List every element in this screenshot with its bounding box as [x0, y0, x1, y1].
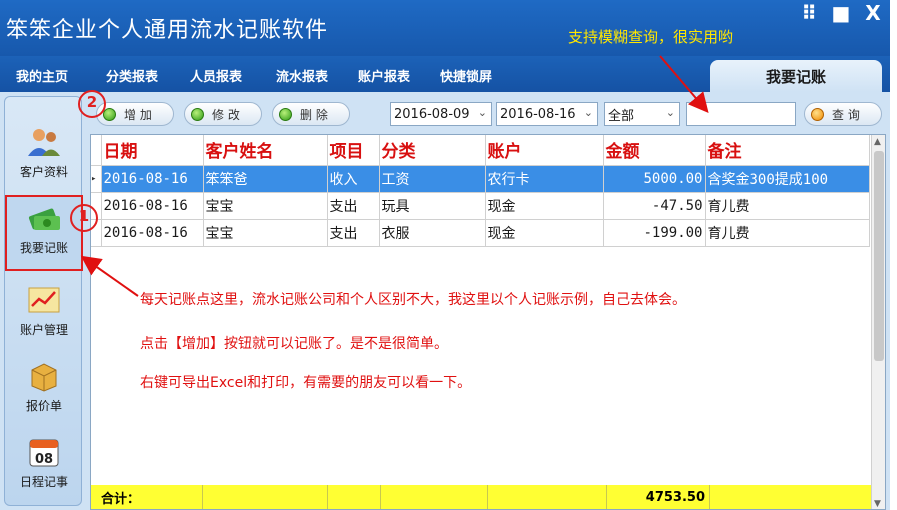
menu-category-report[interactable]: 分类报表 — [106, 66, 158, 85]
chart-icon — [24, 283, 64, 317]
sidebar-item-bookkeeping[interactable]: 我要记账 — [5, 195, 83, 271]
calendar-icon: 08 — [24, 435, 64, 469]
search-button[interactable]: 查 询 — [804, 102, 882, 126]
menu-person-report[interactable]: 人员报表 — [190, 66, 242, 85]
edit-button[interactable]: 修 改 — [184, 102, 262, 126]
sidebar-label: 客户资料 — [19, 165, 68, 179]
toolbar: 增 加 修 改 删 除 2016-08-09 ⌄ 2016-08-16 ⌄ 全部… — [90, 96, 886, 126]
step-2-marker: 2 — [78, 90, 106, 118]
col-note[interactable]: 备注 — [705, 135, 870, 166]
vertical-scrollbar[interactable]: ▲ ▼ — [871, 135, 885, 509]
col-item[interactable]: 项目 — [327, 135, 380, 166]
menu-home[interactable]: 我的主页 — [16, 66, 68, 85]
chevron-down-icon: ⌄ — [583, 106, 593, 119]
date-from-select[interactable]: 2016-08-09 ⌄ — [390, 102, 492, 126]
col-amount[interactable]: 金额 — [603, 135, 706, 166]
table-header: 日期 客户姓名 项目 分类 账户 金额 备注 — [91, 135, 870, 166]
menu-flow-report[interactable]: 流水报表 — [276, 66, 328, 85]
total-label: 合计： — [91, 485, 203, 509]
col-account[interactable]: 账户 — [485, 135, 604, 166]
menu-account-report[interactable]: 账户报表 — [358, 66, 410, 85]
tab-bookkeeping[interactable]: 我要记账 — [710, 60, 882, 92]
chevron-down-icon: ⌄ — [665, 106, 675, 119]
green-dot-icon — [103, 107, 116, 121]
calendar-badge: 08 — [35, 452, 53, 467]
col-category[interactable]: 分类 — [379, 135, 486, 166]
green-dot-icon — [279, 107, 292, 121]
sidebar-label: 账户管理 — [19, 323, 68, 337]
close-icon[interactable]: X — [860, 1, 886, 25]
green-dot-icon — [191, 107, 204, 121]
table-row[interactable]: ▸ 2016-08-16 笨笨爸 收入 工资 农行卡 5000.00 含奖金30… — [91, 165, 870, 193]
table-row[interactable]: 2016-08-16 宝宝 支出 衣服 现金 -199.00 育儿费 — [91, 219, 870, 247]
total-amount: 4753.50 — [607, 485, 710, 509]
date-to-select[interactable]: 2016-08-16 ⌄ — [496, 102, 598, 126]
delete-button[interactable]: 删 除 — [272, 102, 350, 126]
sidebar-item-accounts[interactable]: 账户管理 — [5, 279, 83, 355]
sidebar-label: 报价单 — [25, 399, 62, 413]
scroll-down-icon[interactable]: ▼ — [874, 499, 881, 509]
col-customer[interactable]: 客户姓名 — [203, 135, 328, 166]
title-bar: 笨笨企业个人通用流水记账软件 支持模糊查询，很实用哟 ⠿ ■ X — [0, 0, 890, 56]
row-pointer-icon: ▸ — [91, 165, 102, 193]
annotation-line-2: 点击【增加】按钮就可以记账了。是不是很简单。 — [140, 336, 448, 352]
transactions-grid: 日期 客户姓名 项目 分类 账户 金额 备注 ▸ 2016-08-16 笨笨爸 — [90, 134, 886, 510]
app-title: 笨笨企业个人通用流水记账软件 — [6, 18, 329, 43]
menu-quick-lock[interactable]: 快捷锁屏 — [440, 66, 492, 85]
users-icon — [24, 125, 64, 159]
chevron-down-icon: ⌄ — [477, 106, 487, 119]
step-1-marker: 1 — [70, 204, 98, 232]
orange-dot-icon — [811, 107, 824, 121]
sidebar-label: 我要记账 — [19, 241, 68, 255]
sidebar: 客户资料 我要记账 账户管理 报价单 08 日程记事 — [4, 96, 83, 507]
grid-icon[interactable]: ⠿ — [796, 1, 822, 25]
fuzzy-search-hint: 支持模糊查询，很实用哟 — [568, 28, 734, 46]
total-row: 合计： 4753.50 — [91, 485, 873, 509]
add-button[interactable]: 增 加 — [96, 102, 174, 126]
table-row[interactable]: 2016-08-16 宝宝 支出 玩具 现金 -47.50 育儿费 — [91, 192, 870, 220]
sidebar-label: 日程记事 — [19, 475, 68, 489]
money-icon — [24, 201, 64, 235]
sidebar-item-quotation[interactable]: 报价单 — [5, 355, 83, 431]
package-icon — [24, 359, 64, 393]
sidebar-item-schedule[interactable]: 08 日程记事 — [5, 431, 83, 507]
window-controls: ⠿ ■ X — [796, 1, 886, 25]
scroll-thumb[interactable] — [874, 151, 884, 361]
category-filter-select[interactable]: 全部 ⌄ — [604, 102, 680, 126]
scroll-up-icon[interactable]: ▲ — [874, 137, 881, 147]
search-input[interactable] — [686, 102, 796, 126]
maximize-icon[interactable]: ■ — [828, 1, 854, 25]
annotation-line-1: 每天记账点这里，流水记账公司和个人区别不大，我这里以个人记账示例，自己去体会。 — [140, 292, 686, 308]
app-window: 笨笨企业个人通用流水记账软件 支持模糊查询，很实用哟 ⠿ ■ X 我的主页 分类… — [0, 0, 890, 510]
annotation-line-3: 右键可导出Excel和打印，有需要的朋友可以看一下。 — [140, 375, 472, 391]
col-date[interactable]: 日期 — [101, 135, 204, 166]
transactions-table: 日期 客户姓名 项目 分类 账户 金额 备注 ▸ 2016-08-16 笨笨爸 — [91, 135, 870, 247]
menu-bar: 我的主页 分类报表 人员报表 流水报表 账户报表 快捷锁屏 我要记账 — [0, 56, 890, 92]
sidebar-item-customers[interactable]: 客户资料 — [5, 121, 83, 197]
